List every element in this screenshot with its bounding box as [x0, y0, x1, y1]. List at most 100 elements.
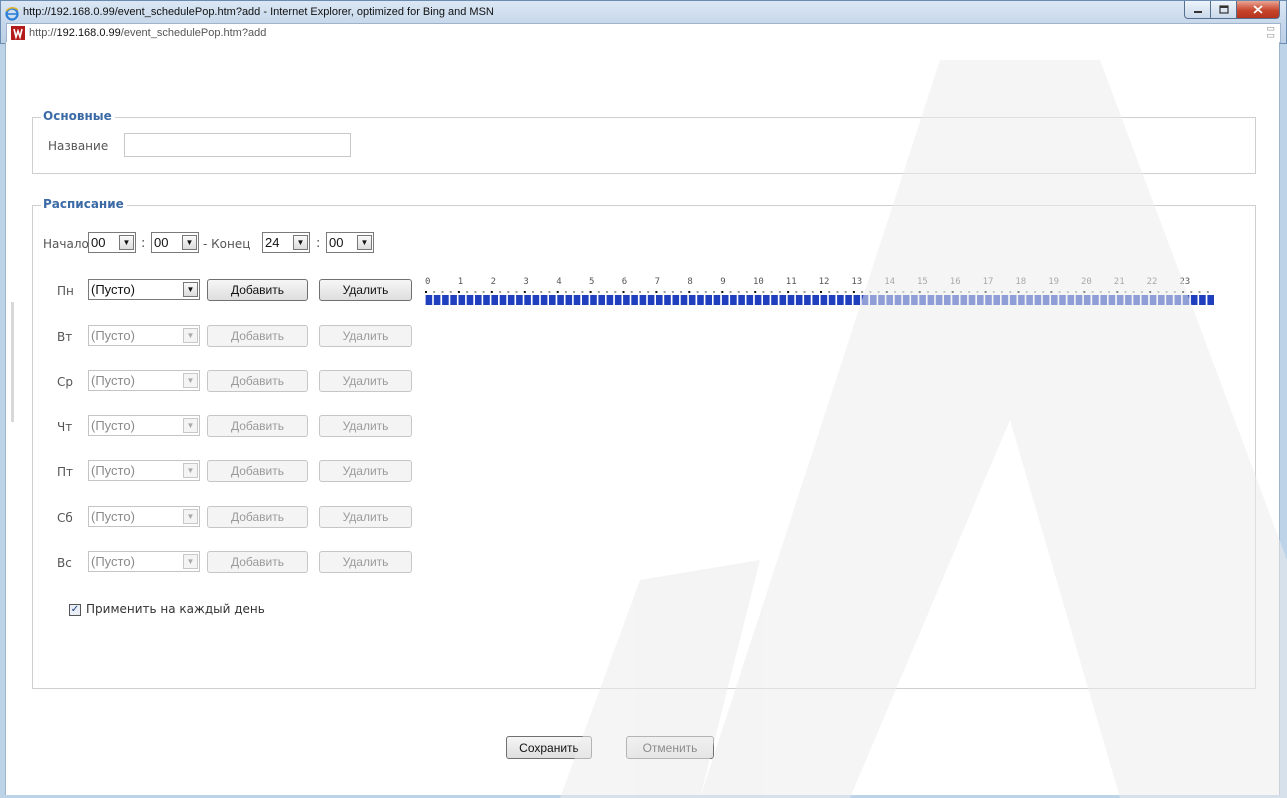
timeline-slot: [828, 295, 836, 305]
timeline-tick: [688, 291, 691, 293]
timeline-tick: [507, 291, 510, 293]
timeline-slot: [425, 295, 433, 305]
minimize-icon: [1193, 10, 1202, 13]
day-select-value: (Пусто): [91, 418, 135, 433]
timeline-tick: [787, 291, 790, 293]
day-select-sun[interactable]: (Пусто) ▼: [88, 551, 200, 572]
chevron-down-icon: ▼: [293, 235, 308, 250]
start-minute-select[interactable]: 00 ▼: [151, 232, 199, 253]
delete-button-sun[interactable]: Удалить: [319, 551, 412, 573]
delete-button-tue[interactable]: Удалить: [319, 325, 412, 347]
delete-button-sat[interactable]: Удалить: [319, 506, 412, 528]
timeline-tick: [992, 291, 995, 293]
timeline-slot: [1034, 295, 1042, 305]
chevron-down-icon: ▼: [182, 235, 197, 250]
timeline-tick: [589, 291, 592, 293]
timeline-tick: [449, 291, 452, 293]
day-select-mon[interactable]: (Пусто) ▼: [88, 279, 200, 300]
start-hour-value: 00: [91, 235, 106, 250]
day-select-tue[interactable]: (Пусто) ▼: [88, 325, 200, 346]
timeline-tick: [1075, 291, 1078, 293]
maximize-button[interactable]: [1210, 1, 1237, 19]
timeline-slot: [977, 295, 984, 305]
maximize-icon: [1218, 5, 1229, 14]
address-bar[interactable]: http://192.168.0.99/event_schedulePop.ht…: [6, 23, 1281, 43]
page-favicon-icon: [11, 26, 25, 40]
add-button-fri[interactable]: Добавить: [207, 460, 308, 482]
timeline-tick: [696, 291, 699, 293]
timeline-tick: [1083, 291, 1086, 293]
add-button-tue[interactable]: Добавить: [207, 325, 308, 347]
delete-button-thu[interactable]: Удалить: [319, 415, 412, 437]
timeline-slot: [1158, 295, 1165, 305]
day-label-mon: Пн: [57, 284, 74, 298]
address-host: 192.168.0.99: [56, 27, 121, 39]
timeline-tick: [1058, 291, 1061, 293]
timeline-slot: [491, 295, 498, 305]
timeline-slot: [878, 295, 885, 305]
delete-button-wed[interactable]: Удалить: [319, 370, 412, 392]
name-label: Название: [48, 139, 109, 153]
page-content: Основные Название Расписание Начало 00 ▼…: [5, 42, 1280, 795]
timeline-slot: [1174, 295, 1182, 305]
timeline-tick: [704, 291, 707, 293]
scroll-indicator: [11, 302, 14, 422]
timeline-tick: [713, 291, 715, 293]
timeline-tick: [1001, 291, 1003, 293]
timeline-slot: [730, 295, 737, 305]
add-button-sun[interactable]: Добавить: [207, 551, 308, 573]
close-button[interactable]: [1236, 1, 1280, 19]
timeline-slot: [886, 295, 893, 305]
timeline-tick: [1206, 291, 1209, 293]
add-button-thu[interactable]: Добавить: [207, 415, 308, 437]
timeline-tick: [663, 291, 666, 293]
timeline-tick: [556, 291, 559, 293]
timeline-slot: [664, 295, 671, 305]
timeline-tick: [803, 291, 806, 293]
timeline-slot: [1026, 295, 1033, 305]
save-button[interactable]: Сохранить: [506, 736, 592, 759]
day-select-value: (Пусто): [91, 509, 135, 524]
timeline-slot: [598, 295, 605, 305]
timeline-tick: [597, 291, 600, 293]
timeline-tick: [1034, 291, 1036, 293]
day-select-fri[interactable]: (Пусто) ▼: [88, 460, 200, 481]
timeline-slot: [1083, 295, 1091, 305]
day-label-sat: Сб: [57, 511, 73, 525]
end-label: - Конец: [203, 237, 251, 251]
add-button-sat[interactable]: Добавить: [207, 506, 308, 528]
timeline-tick: [861, 291, 864, 293]
cancel-button[interactable]: Отменить: [626, 736, 714, 759]
timeline-slot: [944, 295, 951, 305]
timeline-slot: [466, 295, 474, 305]
timeline-tick: [639, 291, 641, 293]
end-minute-select[interactable]: 00 ▼: [326, 232, 374, 253]
delete-button-mon[interactable]: Удалить: [319, 279, 412, 301]
name-input[interactable]: [124, 133, 351, 157]
timeline-tick: [1042, 291, 1045, 293]
timeline-slot: [565, 295, 573, 305]
timeline-tick: [984, 291, 987, 293]
apply-every-day-checkbox[interactable]: ✓: [69, 604, 81, 616]
timeline-slot: [754, 295, 762, 305]
timeline-tick: [795, 291, 798, 293]
delete-button-fri[interactable]: Удалить: [319, 460, 412, 482]
timeline-slot: [1166, 295, 1173, 305]
day-select-wed[interactable]: (Пусто) ▼: [88, 370, 200, 391]
day-label-sun: Вс: [57, 556, 72, 570]
add-button-mon[interactable]: Добавить: [207, 279, 308, 301]
timeline-tick: [606, 291, 608, 293]
add-button-wed[interactable]: Добавить: [207, 370, 308, 392]
start-hour-select[interactable]: 00 ▼: [88, 232, 136, 253]
schedule-legend: Расписание: [41, 197, 127, 211]
timeline-tick: [737, 291, 740, 293]
timeline-slot: [804, 295, 811, 305]
compatibility-view-icon[interactable]: ▭ ▭: [1264, 25, 1277, 41]
chevron-down-icon: ▼: [183, 373, 198, 388]
timeline-tick: [474, 291, 477, 293]
timeline-tick: [918, 291, 921, 293]
day-select-sat[interactable]: (Пусто) ▼: [88, 506, 200, 527]
minimize-button[interactable]: [1184, 1, 1211, 19]
end-hour-select[interactable]: 24 ▼: [262, 232, 310, 253]
day-select-thu[interactable]: (Пусто) ▼: [88, 415, 200, 436]
